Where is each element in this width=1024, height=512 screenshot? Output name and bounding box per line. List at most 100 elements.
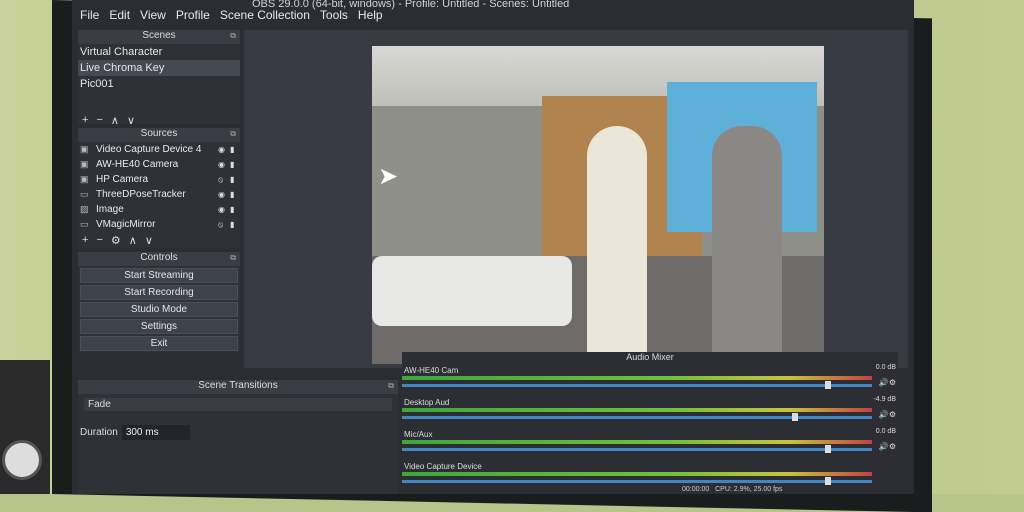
image-icon: ▨: [80, 204, 89, 214]
status-bar: 00:00:00 CPU: 2.9%, 25.00 fps: [682, 486, 782, 493]
start-streaming-button[interactable]: Start Streaming: [80, 268, 238, 283]
sources-toolbar: + − ⚙ ∧ ∨: [78, 232, 240, 249]
visibility-eye-icon[interactable]: ◉: [218, 160, 230, 169]
fader-knob[interactable]: [792, 413, 799, 421]
studio-mode-button[interactable]: Studio Mode: [80, 302, 238, 317]
lock-icon[interactable]: ▮: [230, 220, 240, 229]
duration-field[interactable]: 300 ms: [121, 425, 190, 440]
add-icon[interactable]: +: [82, 114, 88, 127]
fader-knob[interactable]: [825, 477, 831, 485]
channel-name: Desktop Aud: [404, 398, 450, 407]
exit-button[interactable]: Exit: [80, 336, 238, 351]
camera-icon: ▣: [80, 144, 89, 154]
menu-tools[interactable]: Tools: [320, 8, 348, 26]
pressure-gauge: [2, 440, 42, 480]
scenes-panel: Scenes ⧉ Virtual Character Live Chroma K…: [78, 30, 240, 127]
controls-panel: Controls ⧉ Start Streaming Start Recordi…: [78, 252, 240, 352]
speaker-icon[interactable]: 🔊⚙: [879, 410, 896, 419]
scene-item[interactable]: Virtual Character: [78, 44, 240, 60]
avatar-figure: [712, 126, 782, 364]
menu-view[interactable]: View: [140, 8, 166, 26]
mixer-channel: Mic/Aux 0.0 dB 🔊⚙: [402, 428, 898, 460]
lock-icon[interactable]: ▮: [230, 205, 240, 214]
move-down-icon[interactable]: ∨: [127, 114, 135, 127]
visibility-eye-icon[interactable]: ◉: [218, 205, 230, 214]
preview-canvas[interactable]: [372, 46, 824, 364]
move-up-icon[interactable]: ∧: [129, 234, 137, 247]
fader-knob[interactable]: [825, 445, 831, 453]
visibility-eye-icon[interactable]: ⦸: [218, 175, 230, 185]
person-figure: [587, 126, 647, 364]
volume-meter: [402, 440, 872, 444]
scene-transitions-panel: Scene Transitions ⧉ Fade Duration 300 ms: [78, 380, 398, 494]
sources-panel: Sources ⧉ ▣ Video Capture Device 4 ◉ ▮ ▣…: [78, 128, 240, 248]
move-up-icon[interactable]: ∧: [111, 114, 119, 127]
popout-icon[interactable]: ⧉: [230, 31, 236, 41]
scene-item[interactable]: Pic001: [78, 76, 240, 92]
visibility-eye-icon[interactable]: ◉: [218, 190, 230, 199]
channel-name: AW-HE40 Cam: [404, 366, 459, 375]
menu-profile[interactable]: Profile: [176, 8, 210, 26]
duration-label: Duration: [80, 427, 118, 438]
channel-name: Video Capture Device: [404, 462, 482, 471]
speaker-icon[interactable]: 🔊⚙: [879, 378, 896, 387]
gear-icon[interactable]: ⚙: [111, 234, 121, 247]
add-icon[interactable]: +: [82, 234, 88, 247]
duration-row: Duration 300 ms: [80, 425, 396, 440]
volume-meter: [402, 472, 872, 476]
mixer-channel: AW-HE40 Cam 0.0 dB 🔊⚙: [402, 364, 898, 396]
audio-mixer-title: Audio Mixer: [626, 352, 674, 362]
start-recording-button[interactable]: Start Recording: [80, 285, 238, 300]
source-item[interactable]: ▣ Video Capture Device 4 ◉ ▮: [78, 142, 240, 157]
transition-select[interactable]: Fade: [84, 398, 392, 411]
volume-meter: [402, 376, 872, 380]
volume-slider[interactable]: [402, 416, 872, 419]
menu-help[interactable]: Help: [358, 8, 383, 26]
visibility-eye-icon[interactable]: ◉: [218, 145, 230, 154]
popout-icon[interactable]: ⧉: [388, 381, 394, 391]
controls-title: Controls ⧉: [78, 252, 240, 266]
status-cpu: CPU: 2.9%, 25.00 fps: [715, 486, 783, 493]
lock-icon[interactable]: ▮: [230, 145, 240, 154]
menu-file[interactable]: File: [80, 8, 99, 26]
camera-icon: ▣: [80, 174, 89, 184]
monitor-icon: ▭: [80, 219, 89, 229]
lock-icon[interactable]: ▮: [230, 190, 240, 199]
remove-icon[interactable]: −: [96, 114, 102, 127]
mouse-cursor-icon: ➤: [378, 163, 399, 190]
lock-icon[interactable]: ▮: [230, 175, 240, 184]
scenes-toolbar: + − ∧ ∨: [78, 112, 240, 129]
volume-meter: [402, 408, 872, 412]
channel-db: -4.9 dB: [873, 396, 896, 403]
source-item[interactable]: ▣ AW-HE40 Camera ◉ ▮: [78, 157, 240, 172]
lock-icon[interactable]: ▮: [230, 160, 240, 169]
volume-slider[interactable]: [402, 448, 872, 451]
scenes-title: Scenes ⧉: [78, 30, 240, 44]
menu-scene-collection[interactable]: Scene Collection: [220, 8, 310, 26]
menu-bar: File Edit View Profile Scene Collection …: [72, 8, 383, 26]
remove-icon[interactable]: −: [96, 234, 102, 247]
scene-item[interactable]: Live Chroma Key: [78, 60, 240, 76]
source-item[interactable]: ▨ Image ◉ ▮: [78, 202, 240, 217]
sources-title: Sources ⧉: [78, 128, 240, 142]
popout-icon[interactable]: ⧉: [230, 129, 236, 139]
settings-button[interactable]: Settings: [80, 319, 238, 334]
volume-slider[interactable]: [402, 384, 872, 387]
monitor-icon: ▭: [80, 189, 89, 199]
audio-mixer-panel: Audio Mixer AW-HE40 Cam 0.0 dB 🔊⚙ Deskto…: [402, 352, 898, 494]
obs-window: OBS 29.0.0 (64-bit, windows) - Profile: …: [72, 0, 914, 494]
fader-knob[interactable]: [825, 381, 831, 389]
source-item[interactable]: ▭ ThreeDPoseTracker ◉ ▮: [78, 187, 240, 202]
channel-db: 0.0 dB: [875, 364, 896, 371]
volume-slider[interactable]: [402, 480, 872, 483]
source-item[interactable]: ▣ HP Camera ⦸ ▮: [78, 172, 240, 187]
popout-icon[interactable]: ⧉: [230, 253, 236, 263]
mixer-channel: Desktop Aud -4.9 dB 🔊⚙: [402, 396, 898, 428]
channel-db: 0.0 dB: [875, 428, 896, 435]
speaker-icon[interactable]: 🔊⚙: [879, 442, 896, 451]
visibility-eye-icon[interactable]: ⦸: [218, 220, 230, 230]
move-down-icon[interactable]: ∨: [145, 234, 153, 247]
menu-edit[interactable]: Edit: [109, 8, 130, 26]
source-item[interactable]: ▭ VMagicMirror ⦸ ▮: [78, 217, 240, 232]
white-table: [372, 256, 572, 326]
